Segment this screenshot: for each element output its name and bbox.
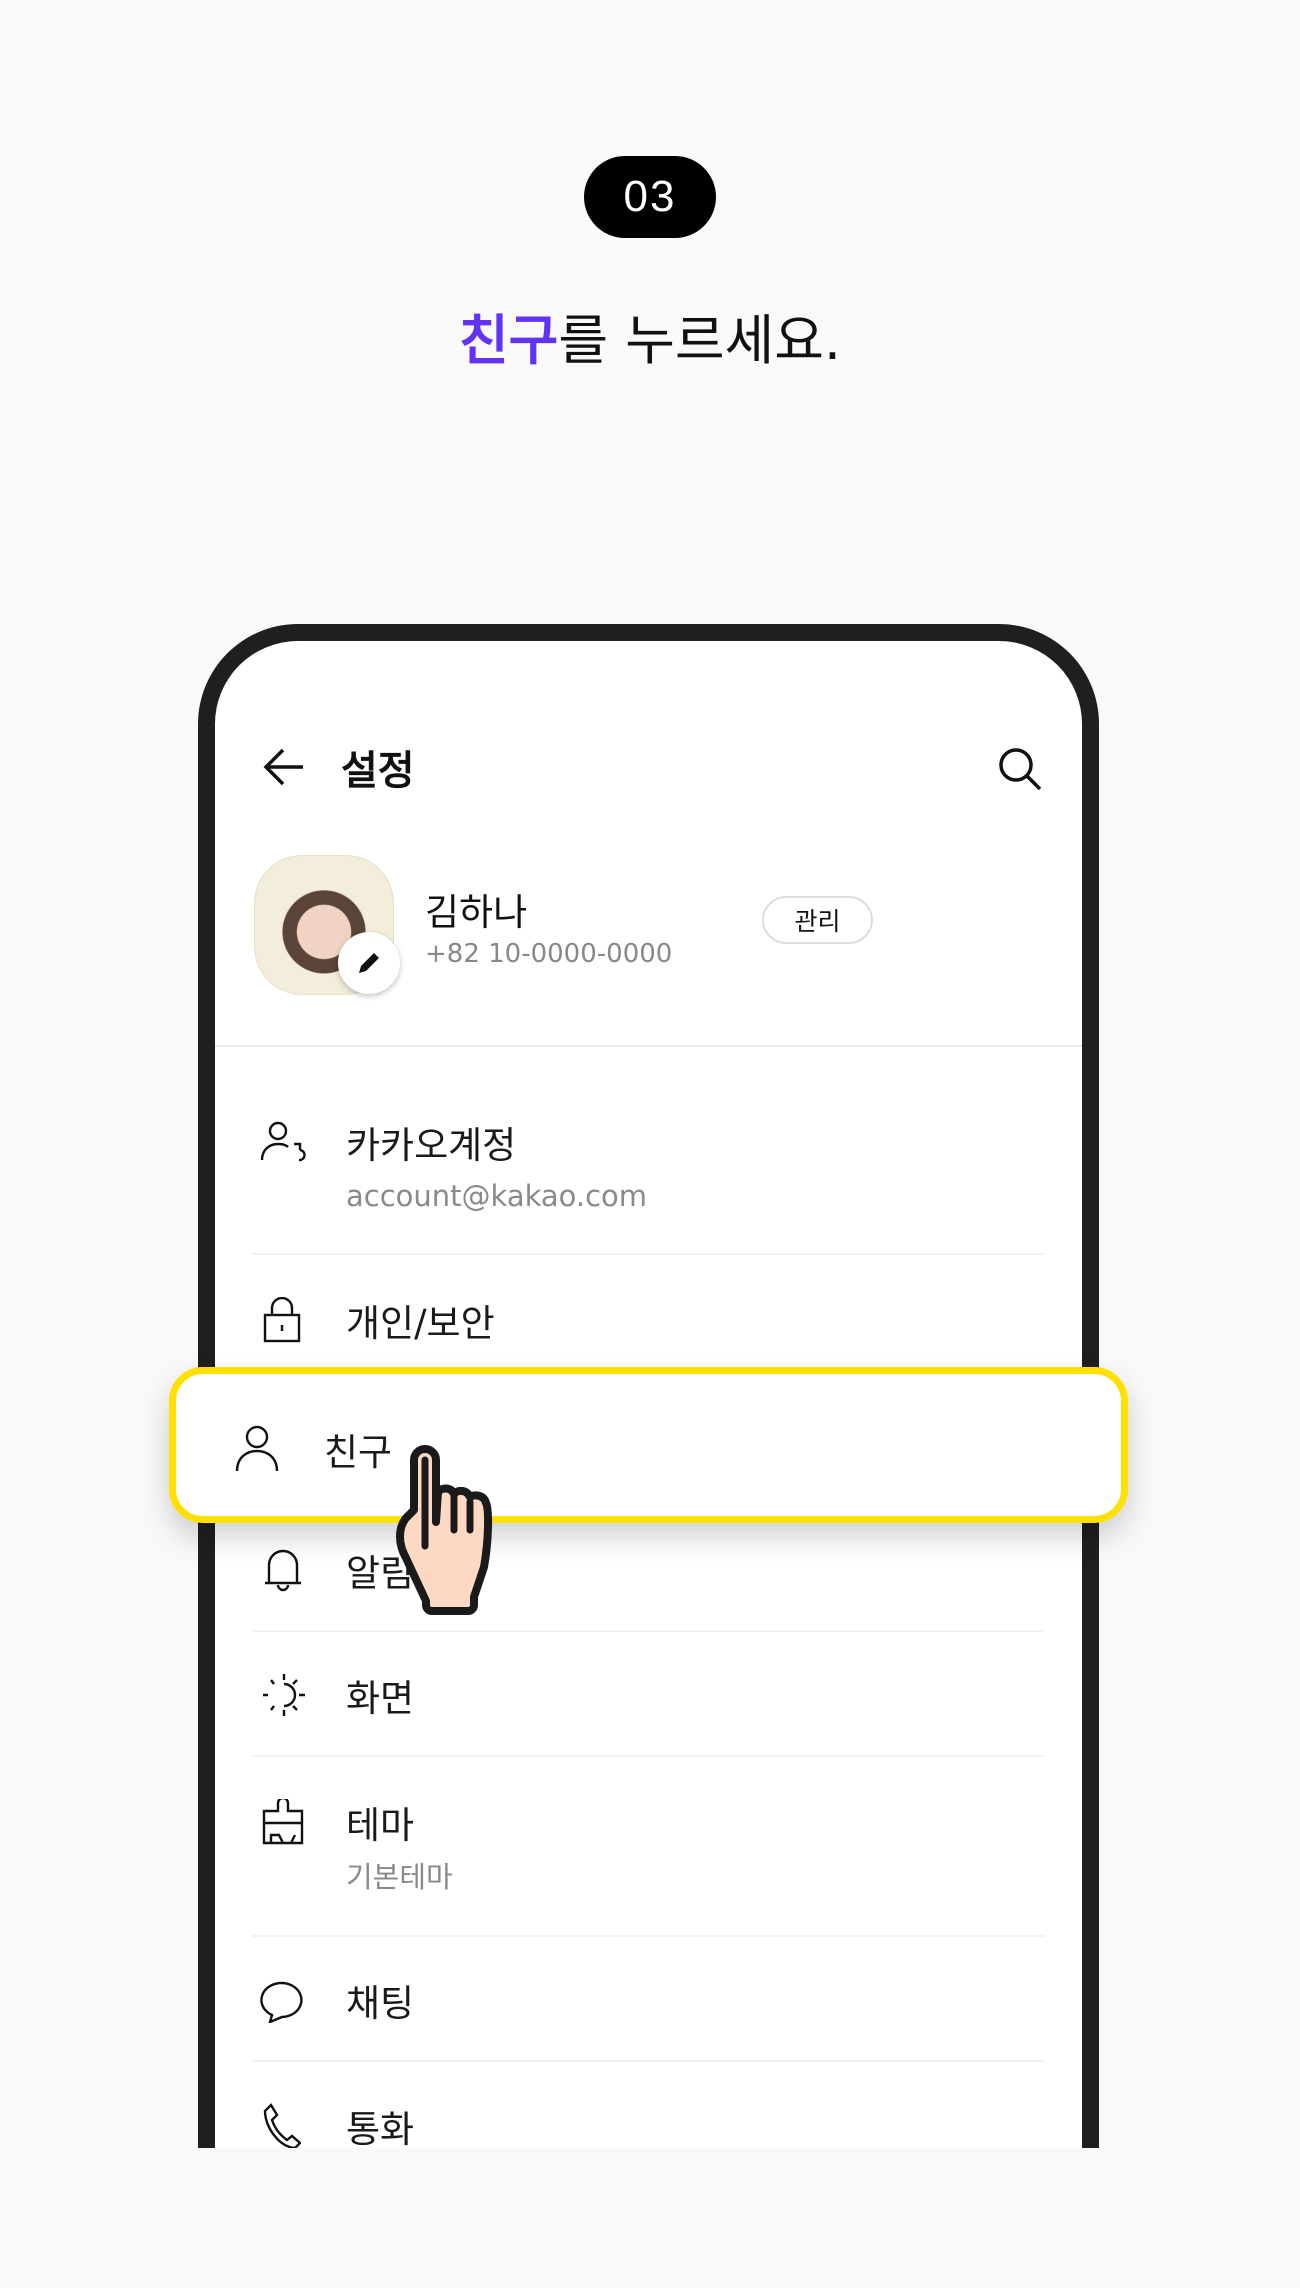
phone-icon bbox=[263, 2103, 301, 2148]
pencil-icon bbox=[359, 953, 379, 973]
manage-label: 관리 bbox=[794, 907, 841, 936]
menu-label: 카카오계정 bbox=[346, 1124, 517, 1167]
profile-divider bbox=[215, 1045, 1082, 1047]
menu-sublabel: 기본테마 bbox=[346, 1860, 453, 1894]
person-icon bbox=[235, 1425, 279, 1472]
edit-avatar-button[interactable] bbox=[338, 932, 400, 994]
menu-label: 테마 bbox=[346, 1804, 415, 1847]
divider bbox=[252, 1755, 1045, 1757]
paint-brush-icon bbox=[262, 1799, 304, 1845]
menu-label: 친구 bbox=[324, 1431, 393, 1474]
account-icon bbox=[260, 1121, 306, 1162]
menu-sublabel: account@kakao.com bbox=[346, 1179, 648, 1213]
chat-bubble-icon bbox=[260, 1981, 303, 2023]
profile-phone: +82 10-0000-0000 bbox=[425, 939, 673, 969]
manage-button[interactable]: 관리 bbox=[762, 896, 873, 944]
divider bbox=[252, 2060, 1045, 2062]
headline-highlight: 친구 bbox=[458, 309, 559, 372]
divider bbox=[252, 1630, 1045, 1632]
lock-icon bbox=[263, 1297, 301, 1343]
menu-label: 채팅 bbox=[346, 1982, 415, 2025]
step-number: 03 bbox=[623, 172, 677, 221]
menu-label: 통화 bbox=[346, 2108, 415, 2148]
divider bbox=[252, 1935, 1045, 1937]
bell-icon bbox=[265, 1549, 301, 1592]
profile-name: 김하나 bbox=[425, 891, 528, 934]
menu-item-friends[interactable]: 친구 bbox=[169, 1367, 1128, 1523]
instruction-headline: 친구를 누르세요. bbox=[0, 296, 1300, 375]
search-icon[interactable] bbox=[997, 746, 1043, 792]
page-title: 설정 bbox=[341, 748, 415, 794]
menu-label: 화면 bbox=[346, 1677, 415, 1720]
sun-icon bbox=[263, 1674, 305, 1716]
step-badge: 03 bbox=[584, 156, 716, 238]
menu-label: 개인/보안 bbox=[346, 1302, 495, 1345]
arrow-left-icon[interactable] bbox=[263, 747, 305, 787]
pointing-hand-icon bbox=[396, 1445, 493, 1615]
headline-rest: 를 누르세요. bbox=[558, 309, 842, 372]
divider bbox=[252, 1253, 1045, 1255]
